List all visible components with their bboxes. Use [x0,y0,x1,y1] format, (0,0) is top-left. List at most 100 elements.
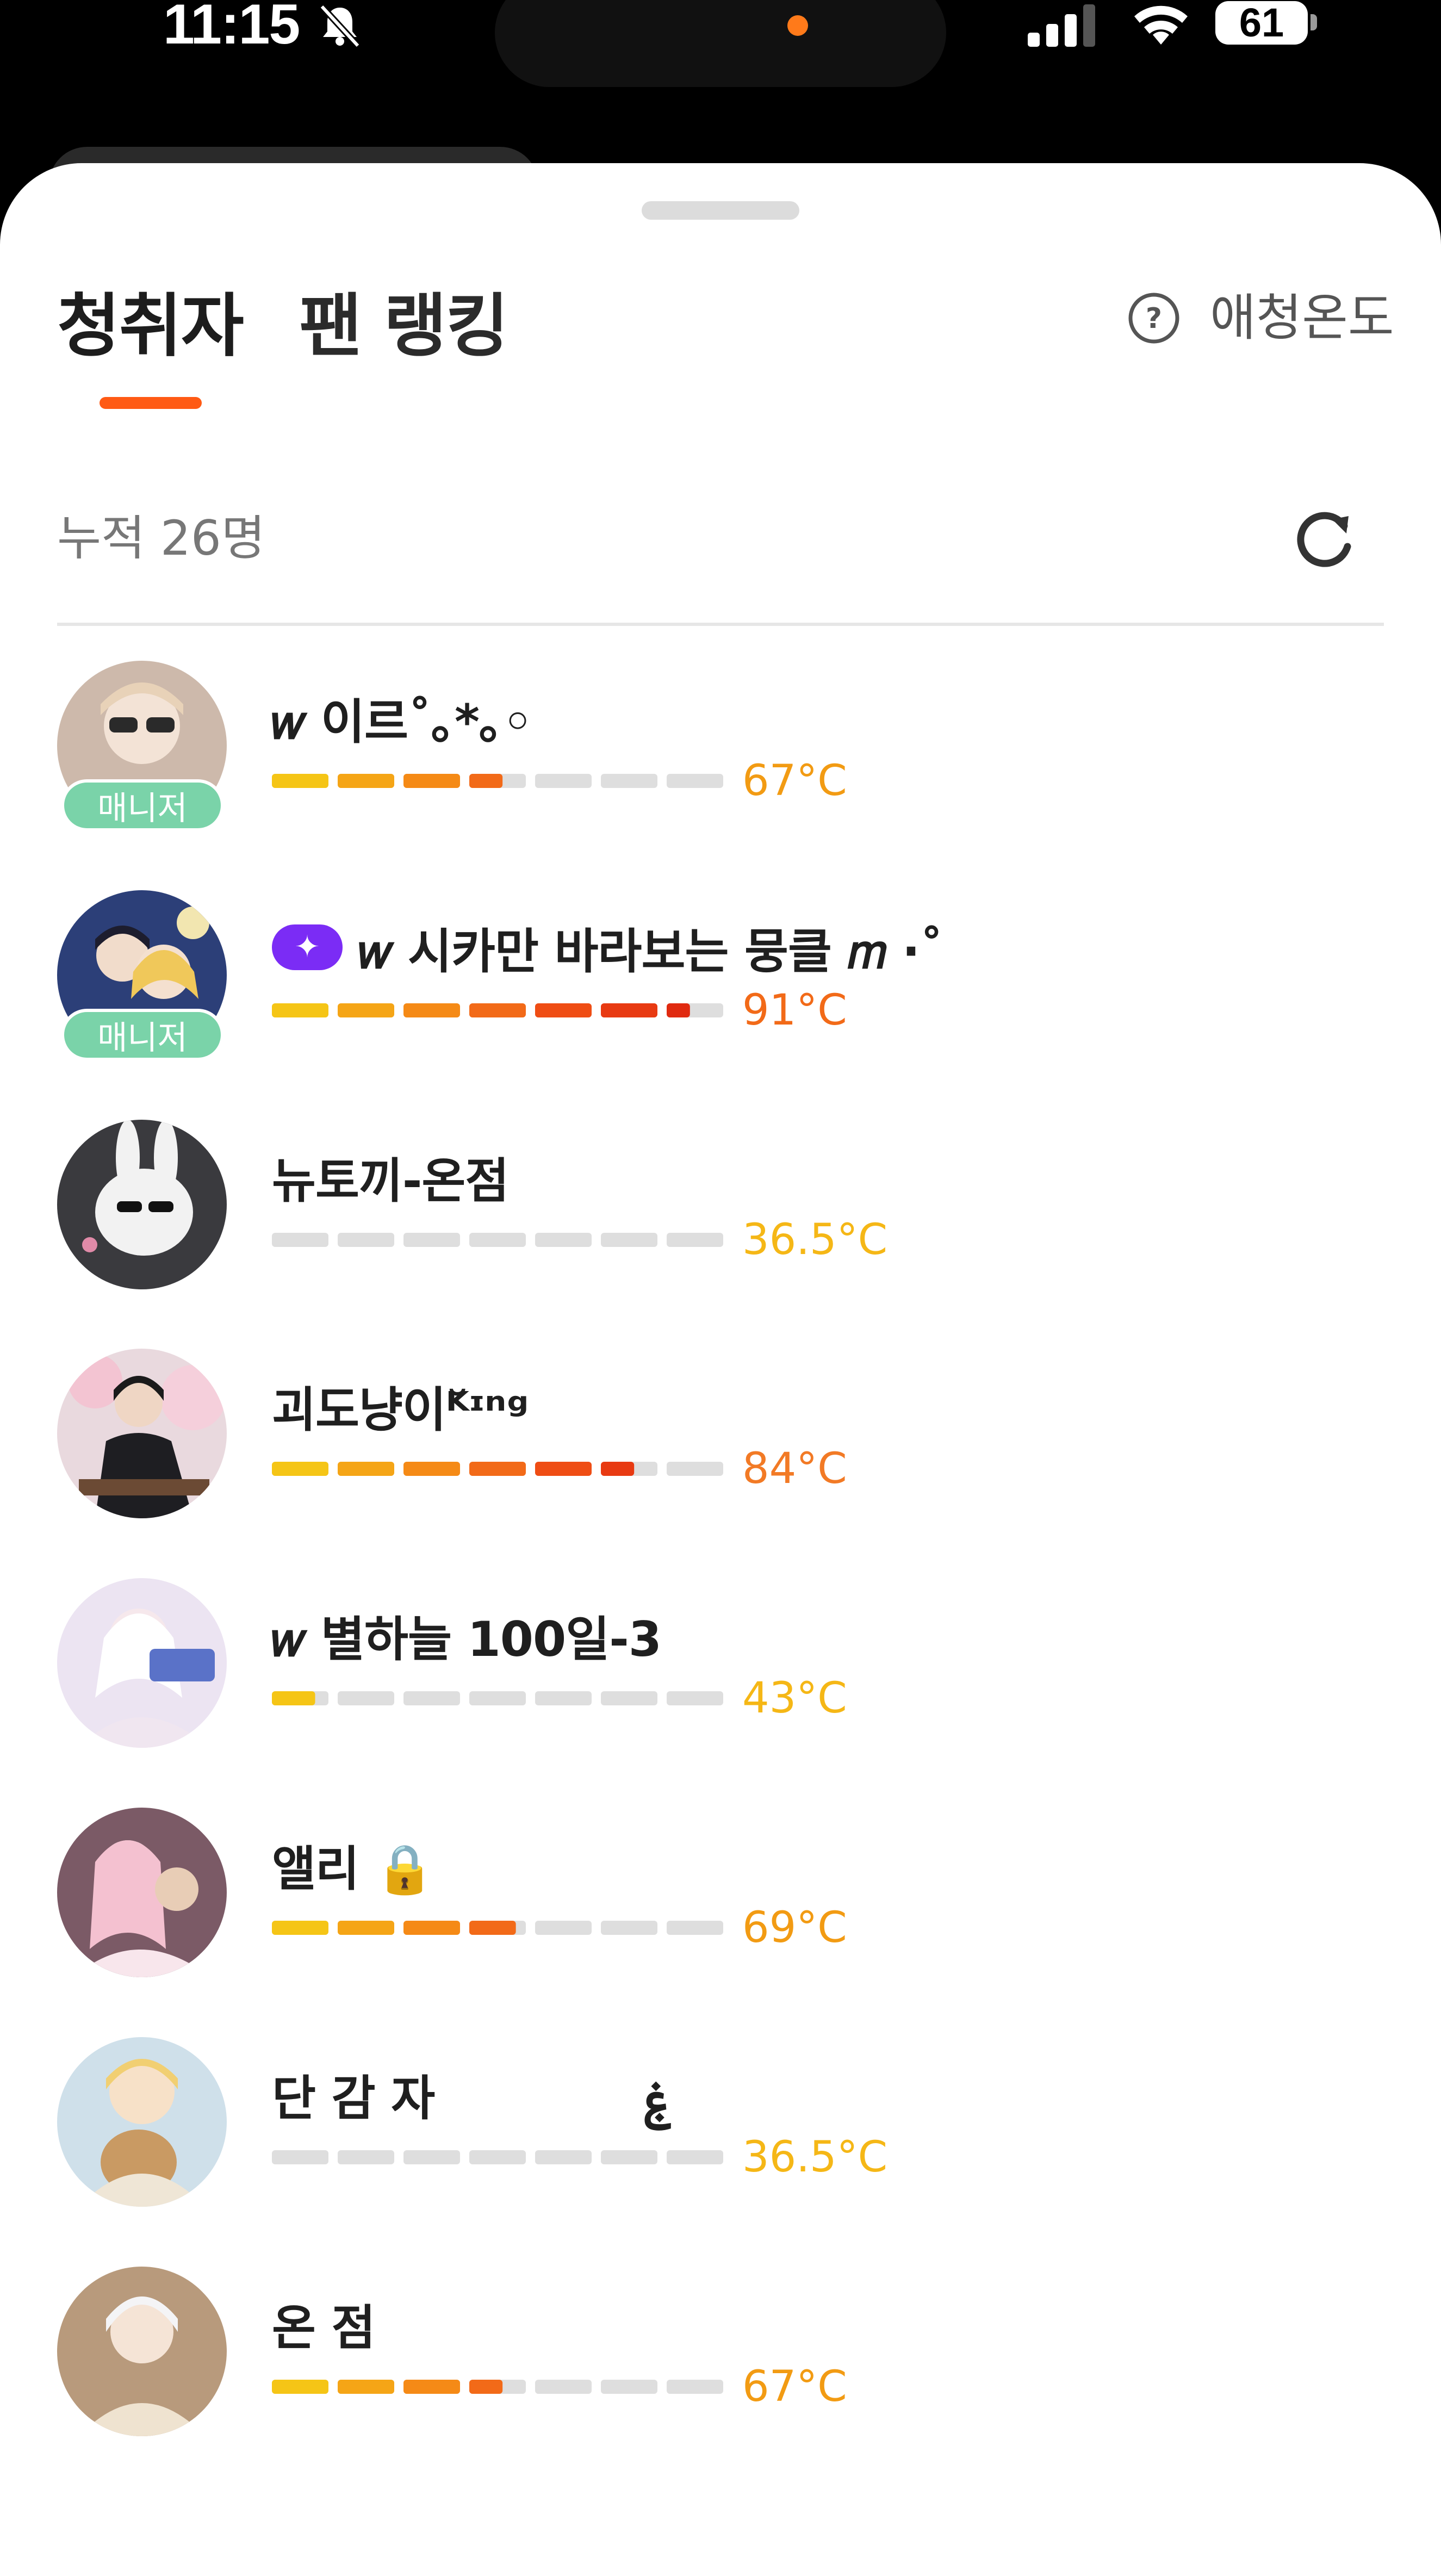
avatar-image [57,1349,227,1518]
temperature-segment-fill [338,2380,394,2394]
listener-row[interactable]: 𝑤 별하늘 100일-3 43°C [0,1578,1441,1807]
temperature-value: 36.5°C [742,2133,888,2182]
temperature-segment [403,1691,460,1705]
temperature-value: 84°C [742,1444,847,1493]
temperature-segment-fill [338,1003,394,1017]
name-row: 앨리 🔒 [272,1829,434,1900]
bell-slash-icon [319,4,361,48]
name-row: 단 감 자 ۼ [272,2059,673,2130]
listener-nickname: 단 감 자 ۼ [272,2070,673,2126]
temperature-segment-fill [338,1462,394,1476]
temperature-segment [535,774,592,788]
selected-tab-indicator [100,397,202,409]
temperature-segment-fill [338,774,394,788]
temperature-segment [535,2150,592,2164]
temperature-segment [535,2380,592,2394]
tab-listeners[interactable]: 청취자 [57,283,244,370]
temperature-value: 43°C [742,1674,847,1723]
temperature-segment [601,1921,657,1935]
name-row: 𝑤 별하늘 100일-3 [272,1600,662,1671]
manager-badge: 매니저 [61,1009,224,1061]
listener-nickname: 괴도냥이ᴷ̆ᶦⁿᵍ [272,1381,529,1438]
refresh-icon[interactable] [1289,503,1359,574]
listener-nickname: 온 점 [272,2299,376,2356]
listener-nickname: 𝑤 별하늘 100일-3 [272,1611,662,1667]
name-row: ✦ 𝑤 시카만 바라보는 뭉클 𝑚 ·˚ [272,912,943,983]
name-row: 온 점 [272,2288,376,2359]
temperature-segment [272,1233,328,1247]
temperature-segment-fill [469,1921,516,1935]
tab-fan-ranking[interactable]: 팬 랭킹 [299,283,509,370]
avatar-image [57,1808,227,1977]
avatar-image [57,2037,227,2207]
temperature-segment [667,2380,723,2394]
temperature-segment-fill [403,1921,460,1935]
name-row: 괴도냥이ᴷ̆ᶦⁿᵍ [272,1370,529,1441]
battery-level: 61 [1215,1,1308,45]
battery-cap [1310,14,1317,30]
listener-row[interactable]: 앨리 🔒 69°C [0,1808,1441,2036]
temperature-segment-fill [469,1003,526,1017]
temperature-value: 69°C [742,1903,847,1952]
temperature-segment [667,2150,723,2164]
help-icon[interactable]: ? [1127,291,1181,345]
temperature-segment [667,1691,723,1705]
cellular-signal-icon [1028,4,1095,47]
temperature-segment-fill [272,1462,328,1476]
temperature-value: 67°C [742,2362,847,2411]
listener-row[interactable]: 단 감 자 ۼ 36.5°C [0,2037,1441,2265]
temperature-segment [535,1691,592,1705]
listener-row[interactable]: 괴도냥이ᴷ̆ᶦⁿᵍ 84°C [0,1349,1441,1577]
temperature-segment [601,2380,657,2394]
listener-row[interactable]: 뉴토끼-온점 36.5°C [0,1120,1441,1348]
vip-badge: ✦ [272,924,343,970]
listener-nickname: 앨리 🔒 [272,1840,434,1897]
temperature-segment [667,774,723,788]
avatar[interactable] [57,2267,227,2436]
temperature-segment-fill [601,1462,635,1476]
status-bar: 11:15 61 [0,0,1441,212]
listener-row[interactable]: 온 점 67°C [0,2267,1441,2495]
temperature-segment [469,2150,526,2164]
temperature-segment [338,1691,394,1705]
list-divider [57,623,1384,626]
temperature-segment-fill [338,1921,394,1935]
temperature-segment-fill [535,1003,592,1017]
temperature-segment-fill [469,774,503,788]
temperature-segment [338,2150,394,2164]
listener-nickname: 뉴토끼-온점 [272,1152,509,1209]
temperature-segment-fill [272,1691,315,1705]
temperature-segment-fill [272,1003,328,1017]
bottom-safe-area [0,2522,1441,2576]
temperature-value: 91°C [742,986,847,1035]
temperature-segment-fill [272,774,328,788]
affection-temperature-link[interactable]: 애청온도 [1210,283,1394,353]
avatar[interactable] [57,1808,227,1977]
temperature-segment [601,1233,657,1247]
temperature-bar [272,1003,723,1017]
avatar[interactable] [57,2037,227,2207]
temperature-segment [535,1921,592,1935]
listener-nickname: 𝑤 이르˚｡*｡◦ [272,693,533,750]
temperature-segment-fill [667,1003,690,1017]
manager-badge: 매니저 [61,779,224,831]
temperature-segment-fill [535,1462,592,1476]
temperature-bar [272,2150,723,2164]
temperature-value: 67°C [742,756,847,805]
dynamic-island [495,0,946,87]
temperature-segment-fill [272,2380,328,2394]
temperature-segment-fill [272,1921,328,1935]
temperature-segment-fill [469,2380,503,2394]
name-row: 뉴토끼-온점 [272,1141,509,1212]
temperature-bar [272,1233,723,1247]
temperature-segment [601,774,657,788]
avatar[interactable] [57,1349,227,1518]
listener-row[interactable]: 매니저 ✦ 𝑤 시카만 바라보는 뭉클 𝑚 ·˚ 91°C [0,890,1441,1119]
temperature-segment [338,1233,394,1247]
avatar[interactable] [57,1578,227,1748]
listener-nickname: 𝑤 시카만 바라보는 뭉클 𝑚 ·˚ [359,923,943,979]
avatar[interactable] [57,1120,227,1289]
sheet-grabber[interactable] [642,201,799,220]
listener-row[interactable]: 매니저 𝑤 이르˚｡*｡◦ 67°C [0,661,1441,889]
temperature-segment [535,1233,592,1247]
